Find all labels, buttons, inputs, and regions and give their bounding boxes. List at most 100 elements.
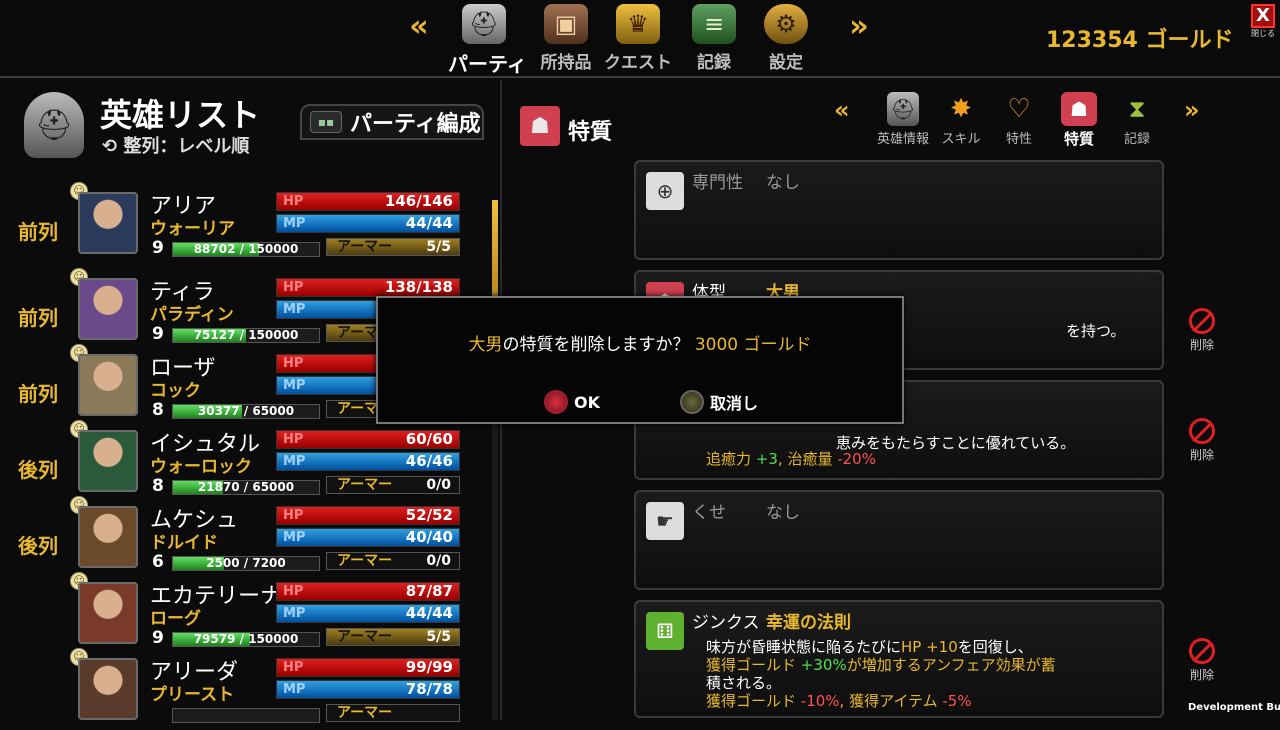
hero-list-scrollbar[interactable] — [492, 200, 498, 720]
helmet-icon: ⛑ — [887, 92, 919, 126]
trait-card-specialty: ⊕ 専門性 なし — [634, 160, 1164, 260]
armor-label: アーマー — [337, 553, 393, 569]
mp-label: MP — [283, 454, 306, 469]
hp-bar: HP 87/87 — [276, 582, 460, 601]
subtab-characteristics-label: 特性 — [1005, 132, 1032, 147]
armor-value: 0/0 — [426, 553, 451, 569]
armor-value: 5/5 — [426, 239, 451, 255]
hp-bar: HP 52/52 — [276, 506, 460, 525]
hero-row[interactable]: 前列 ☺ アリア ウォーリア 9 HP 146/146 MP 44/44 88702 / 1500… — [0, 182, 470, 264]
close-label: 閉じる — [1251, 29, 1275, 38]
trait-name: 幸運の法則 — [766, 613, 851, 633]
cancel-label: 取消し — [710, 394, 759, 413]
tab-inventory[interactable]: ▣ 所持品 — [530, 4, 602, 74]
heart-icon: ♡ — [1007, 94, 1031, 124]
party-formation-icon: ▪▪ — [310, 111, 342, 133]
xp-value: 21870 / 65000 — [197, 480, 295, 494]
effect-value: -20% — [837, 450, 876, 468]
armor-bar: アーマー 0/0 — [326, 476, 460, 494]
formation-row-label: 前列 — [18, 306, 58, 330]
mp-value: 44/44 — [405, 214, 453, 232]
dialog-trait-name: 大男 — [468, 335, 503, 355]
tab-records[interactable]: ≡ 記録 — [678, 4, 750, 74]
hero-row[interactable]: ☺ アリーダ プリースト HP 99/99 MP 78/78 アーマー — [0, 648, 470, 730]
delete-label: 削除 — [1189, 448, 1214, 462]
hero-level: 6 — [152, 552, 164, 572]
subtab-next-arrow[interactable]: » — [1184, 96, 1200, 124]
top-nav-bar: « ⛑ パーティ ▣ 所持品 ♛ クエスト ≡ 記録 ⚙ 設定 » 123354… — [0, 0, 1280, 78]
hp-label: HP — [283, 194, 304, 209]
hero-row[interactable]: 後列 ☺ ムケシュ ドルイド 6 HP 52/52 MP 40/40 2500 / 7200 アーマ… — [0, 496, 470, 578]
mp-value: 40/40 — [405, 528, 453, 546]
armor-bar: アーマー 5/5 — [326, 238, 460, 256]
ok-label: OK — [574, 392, 600, 412]
close-button[interactable]: X 閉じる — [1250, 4, 1276, 40]
hero-level: 9 — [152, 324, 164, 344]
delete-confirm-dialog: 大男の特質を削除しますか？ 3000 ゴールド OK 取消し — [376, 296, 904, 424]
nav-next-arrow[interactable]: » — [844, 12, 874, 42]
delete-label: 削除 — [1189, 668, 1214, 682]
dialog-cost: 3000 ゴールド — [694, 335, 812, 355]
dev-build-label: Development Build — [1188, 702, 1280, 713]
xp-bar: 30377 / 65000 — [172, 404, 320, 419]
formation-row-label: 後列 — [18, 458, 58, 482]
subtab-characteristics[interactable]: ♡ 特性 — [990, 92, 1048, 147]
tab-settings-label: 設定 — [769, 53, 803, 73]
tab-party[interactable]: ⛑ パーティ — [448, 4, 527, 76]
trait-type: 専門性 — [692, 173, 743, 193]
armor-bar: アーマー 0/0 — [326, 552, 460, 570]
trait-card-jinx: ⚅ ジンクス 幸運の法則 味方が昏睡状態に陥るたびにHP +10を回復し、 獲得… — [634, 600, 1164, 718]
muscle-body-icon: ☗ — [520, 106, 560, 146]
hero-level: 8 — [152, 476, 164, 496]
tab-quest[interactable]: ♛ クエスト — [602, 4, 674, 74]
subtab-records[interactable]: ⧗ 記録 — [1108, 92, 1166, 147]
subtab-prev-arrow[interactable]: « — [834, 96, 850, 124]
hero-class: パラディン — [150, 305, 234, 325]
hero-class: ローグ — [150, 609, 201, 629]
subtab-hero-info[interactable]: ⛑ 英雄情報 — [874, 92, 932, 147]
party-formation-button[interactable]: ▪▪ パーティ編成 — [300, 104, 484, 140]
tab-inventory-label: 所持品 — [540, 53, 592, 73]
hero-portrait — [78, 278, 138, 340]
hp-value: 52/52 — [405, 506, 453, 524]
knight-helmet-icon: ⛑ — [462, 4, 506, 44]
xp-value: 75127 / 150000 — [193, 328, 299, 342]
armor-bar: アーマー — [326, 704, 460, 722]
hero-portrait — [78, 354, 138, 416]
hp-bar: HP 138/138 — [276, 278, 460, 297]
prohibited-icon — [1189, 418, 1215, 444]
effect-label: 獲得ゴールド — [706, 692, 801, 710]
sort-toggle[interactable]: ⟲ 整列：レベル順 — [102, 132, 249, 158]
hero-row[interactable]: 後列 ☺ イシュタル ウォーロック 8 HP 60/60 MP 46/46 21870 / 650… — [0, 420, 470, 502]
subtab-traits[interactable]: ☗ 特質 — [1050, 92, 1108, 149]
delete-button[interactable]: 削除 — [1184, 308, 1220, 353]
delete-button[interactable]: 削除 — [1184, 638, 1220, 683]
muscle-body-icon: ☗ — [1061, 92, 1097, 126]
armor-label: アーマー — [337, 477, 393, 493]
tab-settings[interactable]: ⚙ 設定 — [750, 4, 822, 74]
subtab-skills[interactable]: ✸ スキル — [932, 92, 990, 147]
trait-effects: 獲得ゴールド -10%, 獲得アイテム -5% — [706, 690, 972, 711]
effect-value: -10% — [800, 692, 840, 710]
close-icon: X — [1251, 4, 1275, 28]
hp-value: 60/60 — [405, 430, 453, 448]
hero-level: 9 — [152, 628, 164, 648]
hero-row[interactable]: ☺ エカテリーナ ローグ 9 HP 87/87 MP 44/44 79579 / 150000 ア… — [0, 572, 470, 654]
xp-value: 88702 / 150000 — [193, 242, 299, 256]
effect-label: 追癒力 — [706, 450, 756, 468]
xp-bar: 75127 / 150000 — [172, 328, 320, 343]
formation-row-label: 後列 — [18, 534, 58, 558]
hp-bar: HP 146/146 — [276, 192, 460, 211]
mp-value: 78/78 — [405, 680, 453, 698]
delete-button[interactable]: 削除 — [1184, 418, 1220, 463]
cancel-button[interactable]: 取消し — [680, 390, 758, 414]
hourglass-icon: ⧗ — [1128, 95, 1146, 123]
armor-bar: アーマー 5/5 — [326, 628, 460, 646]
nav-prev-arrow[interactable]: « — [404, 12, 434, 42]
desc-highlight: アンフェア — [921, 656, 996, 674]
hero-level: 8 — [152, 400, 164, 420]
mp-bar: MP 78/78 — [276, 680, 460, 699]
hero-portrait — [78, 582, 138, 644]
hero-class: ウォーリア — [150, 219, 235, 239]
ok-button[interactable]: OK — [544, 390, 600, 414]
